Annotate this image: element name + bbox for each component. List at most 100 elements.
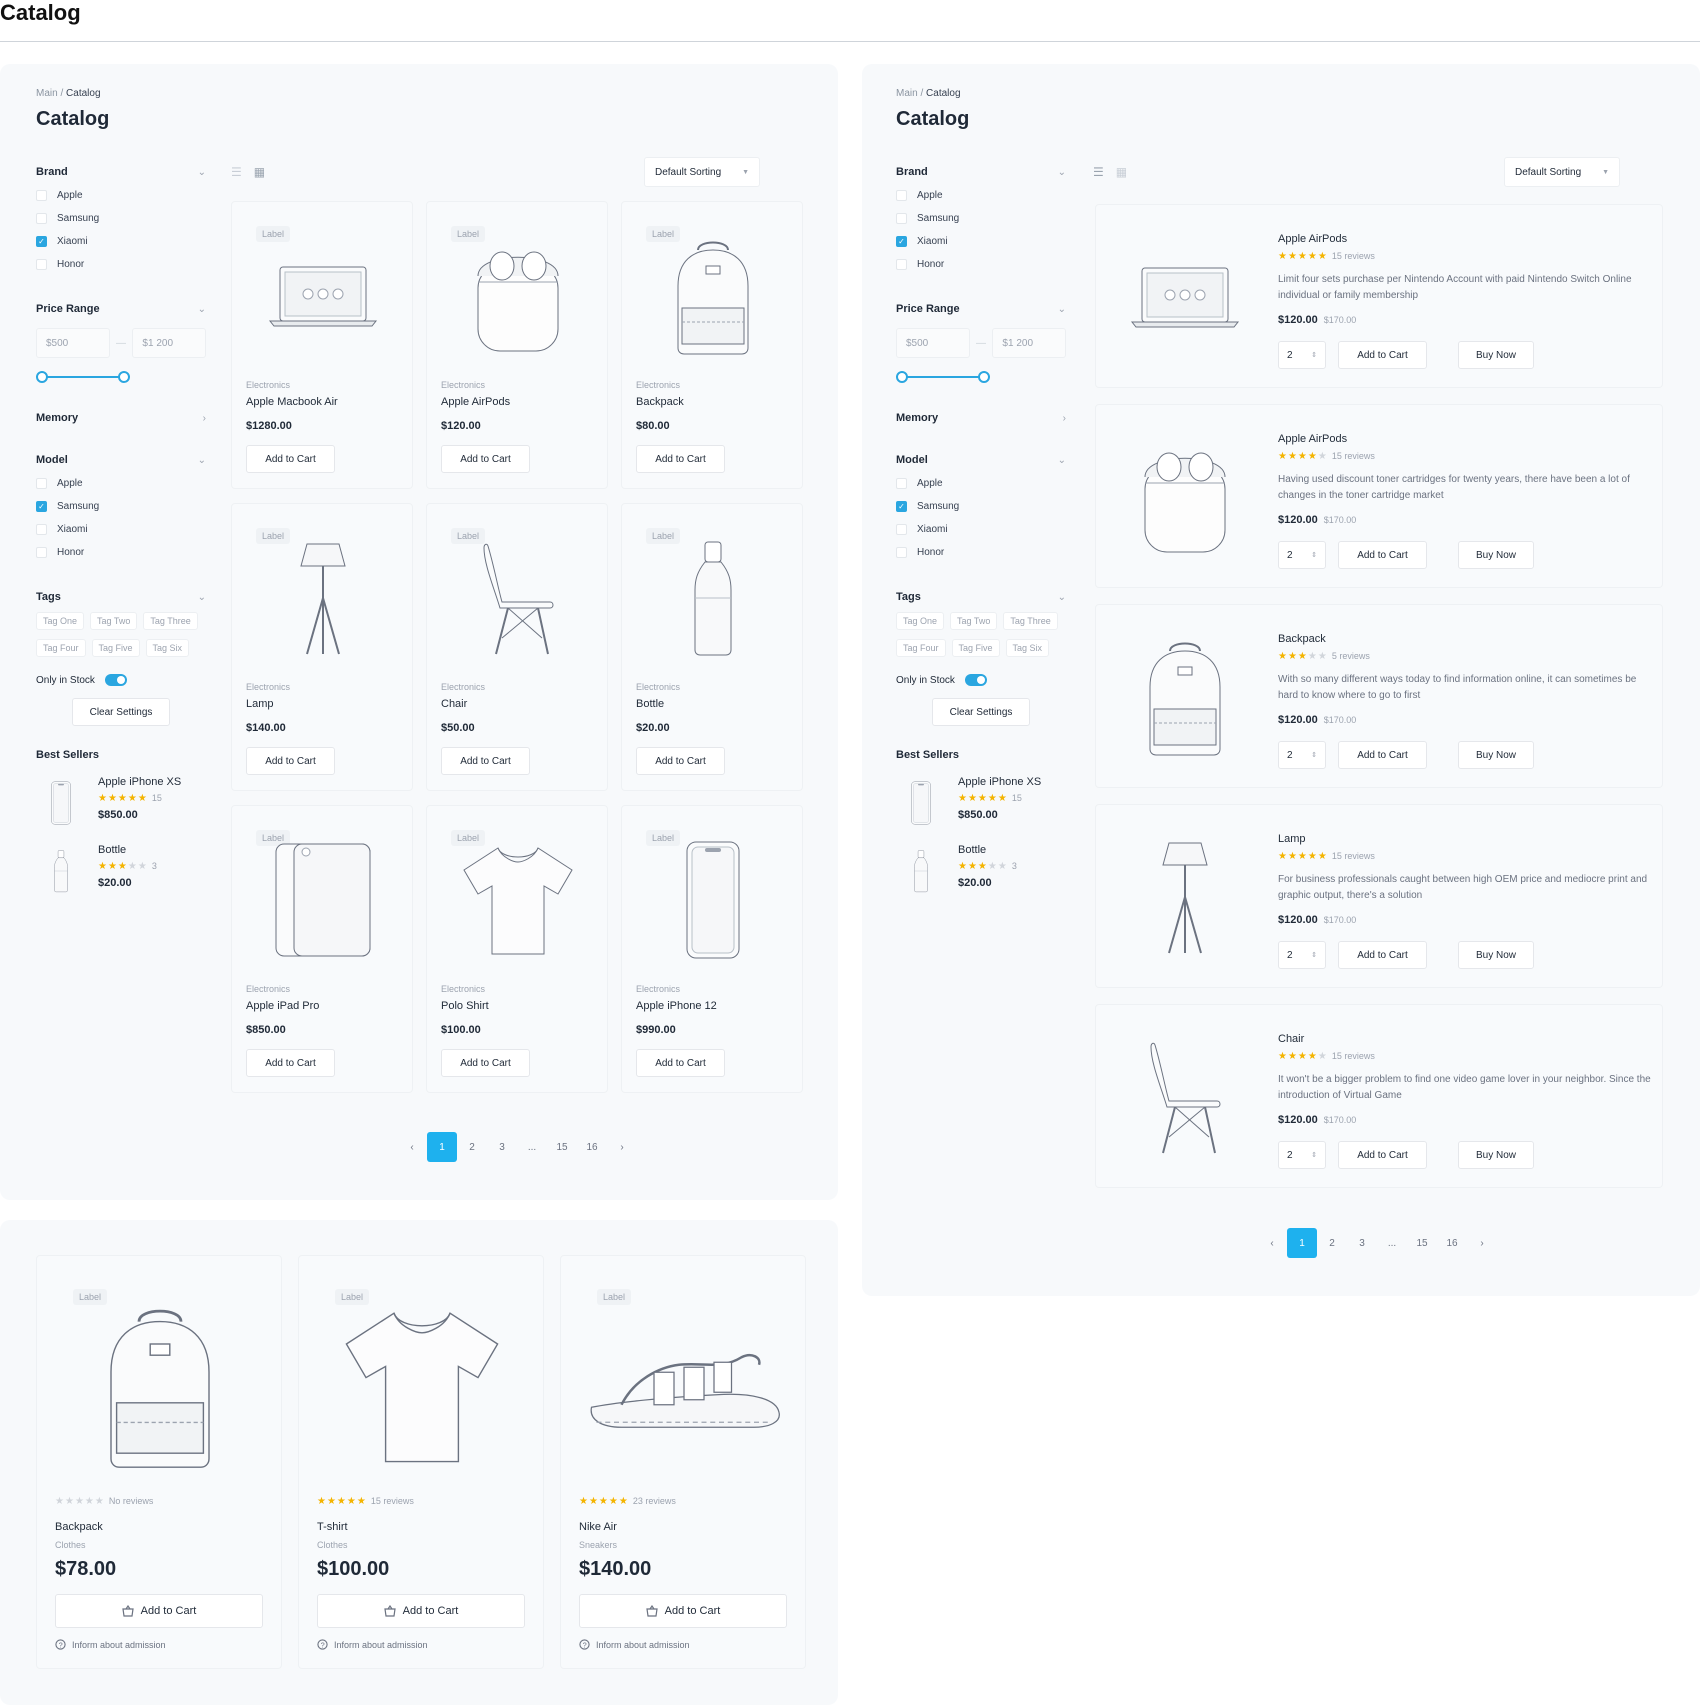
- add-to-cart-button[interactable]: Add to Cart: [246, 445, 335, 473]
- model-checkbox-row[interactable]: ✓ Samsung: [896, 499, 1066, 513]
- add-to-cart-button[interactable]: Add to Cart: [579, 1594, 787, 1628]
- buy-now-button[interactable]: Buy Now: [1458, 341, 1534, 369]
- add-to-cart-button[interactable]: Add to Cart: [317, 1594, 525, 1628]
- grid-view-icon[interactable]: ▦: [1116, 165, 1127, 179]
- checkbox[interactable]: [36, 212, 47, 224]
- price-slider[interactable]: [36, 367, 206, 387]
- review-count[interactable]: 23 reviews: [633, 1496, 676, 1506]
- review-count[interactable]: 15 reviews: [1332, 1051, 1375, 1061]
- brand-filter-header[interactable]: Brand ⌄: [896, 165, 1066, 179]
- slider-max-handle[interactable]: [978, 371, 990, 383]
- add-to-cart-button[interactable]: Add to Cart: [1338, 341, 1427, 369]
- checkbox[interactable]: [36, 189, 47, 201]
- brand-checkbox-row[interactable]: ✓ Xiaomi: [36, 234, 206, 248]
- product-name[interactable]: Bottle: [636, 698, 664, 710]
- product-name[interactable]: Apple AirPods: [441, 396, 510, 408]
- add-to-cart-button[interactable]: Add to Cart: [636, 747, 725, 775]
- checkbox[interactable]: [36, 477, 47, 489]
- sort-dropdown[interactable]: Default Sorting ▼: [644, 157, 760, 187]
- product-name[interactable]: Nike Air: [579, 1521, 617, 1533]
- model-checkbox-row[interactable]: Xiaomi: [36, 522, 206, 536]
- product-card[interactable]: Label Electronics Apple iPad Pro $850.00…: [231, 805, 413, 1093]
- product-card[interactable]: Label Electronics Apple Macbook Air $128…: [231, 201, 413, 489]
- checkbox[interactable]: [36, 523, 47, 535]
- add-to-cart-button[interactable]: Add to Cart: [636, 1049, 725, 1077]
- checkbox[interactable]: [896, 212, 907, 224]
- product-name[interactable]: Lamp: [1278, 833, 1306, 845]
- tag-chip[interactable]: Tag Five: [91, 639, 140, 657]
- buy-now-button[interactable]: Buy Now: [1458, 1141, 1534, 1169]
- product-card-large[interactable]: Label ★★★★★ 23 reviews Nike Air Sneakers …: [560, 1255, 806, 1669]
- product-name[interactable]: Backpack: [1278, 633, 1326, 645]
- tag-chip[interactable]: Tag Three: [143, 612, 198, 630]
- add-to-cart-button[interactable]: Add to Cart: [636, 445, 725, 473]
- tags-filter-header[interactable]: Tags ⌄: [36, 590, 206, 604]
- stepper-arrows-icon[interactable]: ⇕: [1311, 551, 1317, 559]
- product-name[interactable]: Chair: [1278, 1033, 1304, 1045]
- brand-checkbox-row[interactable]: ✓ Xiaomi: [896, 234, 1066, 248]
- review-count[interactable]: 15 reviews: [1332, 451, 1375, 461]
- add-to-cart-button[interactable]: Add to Cart: [55, 1594, 263, 1628]
- page-4[interactable]: 15: [547, 1132, 577, 1162]
- add-to-cart-button[interactable]: Add to Cart: [246, 1049, 335, 1077]
- inform-admission-link[interactable]: ? Inform about admission: [317, 1639, 428, 1650]
- brand-checkbox-row[interactable]: Samsung: [36, 211, 206, 225]
- clear-settings-button[interactable]: Clear Settings: [72, 698, 170, 726]
- add-to-cart-button[interactable]: Add to Cart: [1338, 941, 1427, 969]
- page-3[interactable]: ...: [517, 1132, 547, 1162]
- product-name[interactable]: Backpack: [55, 1521, 103, 1533]
- brand-checkbox-row[interactable]: Honor: [36, 257, 206, 271]
- tag-chip[interactable]: Tag Five: [951, 639, 1000, 657]
- model-checkbox-row[interactable]: Honor: [36, 545, 206, 559]
- checkbox[interactable]: [896, 523, 907, 535]
- price-filter-header[interactable]: Price Range ⌄: [896, 302, 1066, 316]
- checkbox[interactable]: [896, 258, 907, 270]
- inform-admission-link[interactable]: ? Inform about admission: [55, 1639, 166, 1650]
- add-to-cart-button[interactable]: Add to Cart: [1338, 541, 1427, 569]
- checkbox[interactable]: [36, 258, 47, 270]
- in-stock-toggle[interactable]: [104, 674, 127, 686]
- best-seller-item[interactable]: Bottle ★★★★★ 3 $20.00: [36, 844, 206, 898]
- product-card[interactable]: Label Electronics Bottle $20.00 Add to C…: [621, 503, 803, 791]
- price-min-input[interactable]: $500: [896, 328, 970, 358]
- add-to-cart-button[interactable]: Add to Cart: [441, 747, 530, 775]
- product-card[interactable]: Label Electronics Polo Shirt $100.00 Add…: [426, 805, 608, 1093]
- brand-checkbox-row[interactable]: Honor: [896, 257, 1066, 271]
- page-2[interactable]: 3: [487, 1132, 517, 1162]
- memory-filter-header[interactable]: Memory ›: [36, 411, 206, 425]
- checkbox[interactable]: [896, 189, 907, 201]
- list-product-row[interactable]: Backpack ★★★★★ 5 reviews With so many dif…: [1095, 604, 1663, 788]
- tag-chip[interactable]: Tag One: [896, 612, 945, 630]
- list-product-row[interactable]: Apple AirPods ★★★★★ 15 reviews Limit four…: [1095, 204, 1663, 388]
- quantity-stepper[interactable]: 2 ⇕: [1278, 341, 1326, 369]
- model-checkbox-row[interactable]: Apple: [896, 476, 1066, 490]
- product-card[interactable]: Label Electronics Lamp $140.00 Add to Ca…: [231, 503, 413, 791]
- add-to-cart-button[interactable]: Add to Cart: [246, 747, 335, 775]
- product-name[interactable]: Apple iPad Pro: [246, 1000, 319, 1012]
- breadcrumb-main[interactable]: Main: [896, 88, 918, 99]
- clear-settings-button[interactable]: Clear Settings: [932, 698, 1030, 726]
- product-card[interactable]: Label Electronics Apple AirPods $120.00 …: [426, 201, 608, 489]
- add-to-cart-button[interactable]: Add to Cart: [441, 445, 530, 473]
- tag-chip[interactable]: Tag Six: [1005, 639, 1050, 657]
- list-product-row[interactable]: Lamp ★★★★★ 15 reviews For business profes…: [1095, 804, 1663, 988]
- best-seller-item[interactable]: Bottle ★★★★★ 3 $20.00: [896, 844, 1066, 898]
- model-checkbox-row[interactable]: Xiaomi: [896, 522, 1066, 536]
- quantity-stepper[interactable]: 2 ⇕: [1278, 1141, 1326, 1169]
- quantity-stepper[interactable]: 2 ⇕: [1278, 941, 1326, 969]
- pagination-next[interactable]: ›: [607, 1132, 637, 1162]
- review-count[interactable]: 15 reviews: [1332, 851, 1375, 861]
- stepper-arrows-icon[interactable]: ⇕: [1311, 751, 1317, 759]
- page-0[interactable]: 1: [427, 1132, 457, 1162]
- tag-chip[interactable]: Tag Two: [90, 612, 138, 630]
- product-name[interactable]: Backpack: [636, 396, 684, 408]
- model-filter-header[interactable]: Model ⌄: [36, 453, 206, 467]
- page-5[interactable]: 16: [1437, 1228, 1467, 1258]
- slider-min-handle[interactable]: [896, 371, 908, 383]
- page-4[interactable]: 15: [1407, 1228, 1437, 1258]
- best-seller-item[interactable]: Apple iPhone XS ★★★★★ 15 $850.00: [36, 776, 206, 830]
- slider-max-handle[interactable]: [118, 371, 130, 383]
- page-3[interactable]: ...: [1377, 1228, 1407, 1258]
- add-to-cart-button[interactable]: Add to Cart: [441, 1049, 530, 1077]
- product-card[interactable]: Label Electronics Backpack $80.00 Add to…: [621, 201, 803, 489]
